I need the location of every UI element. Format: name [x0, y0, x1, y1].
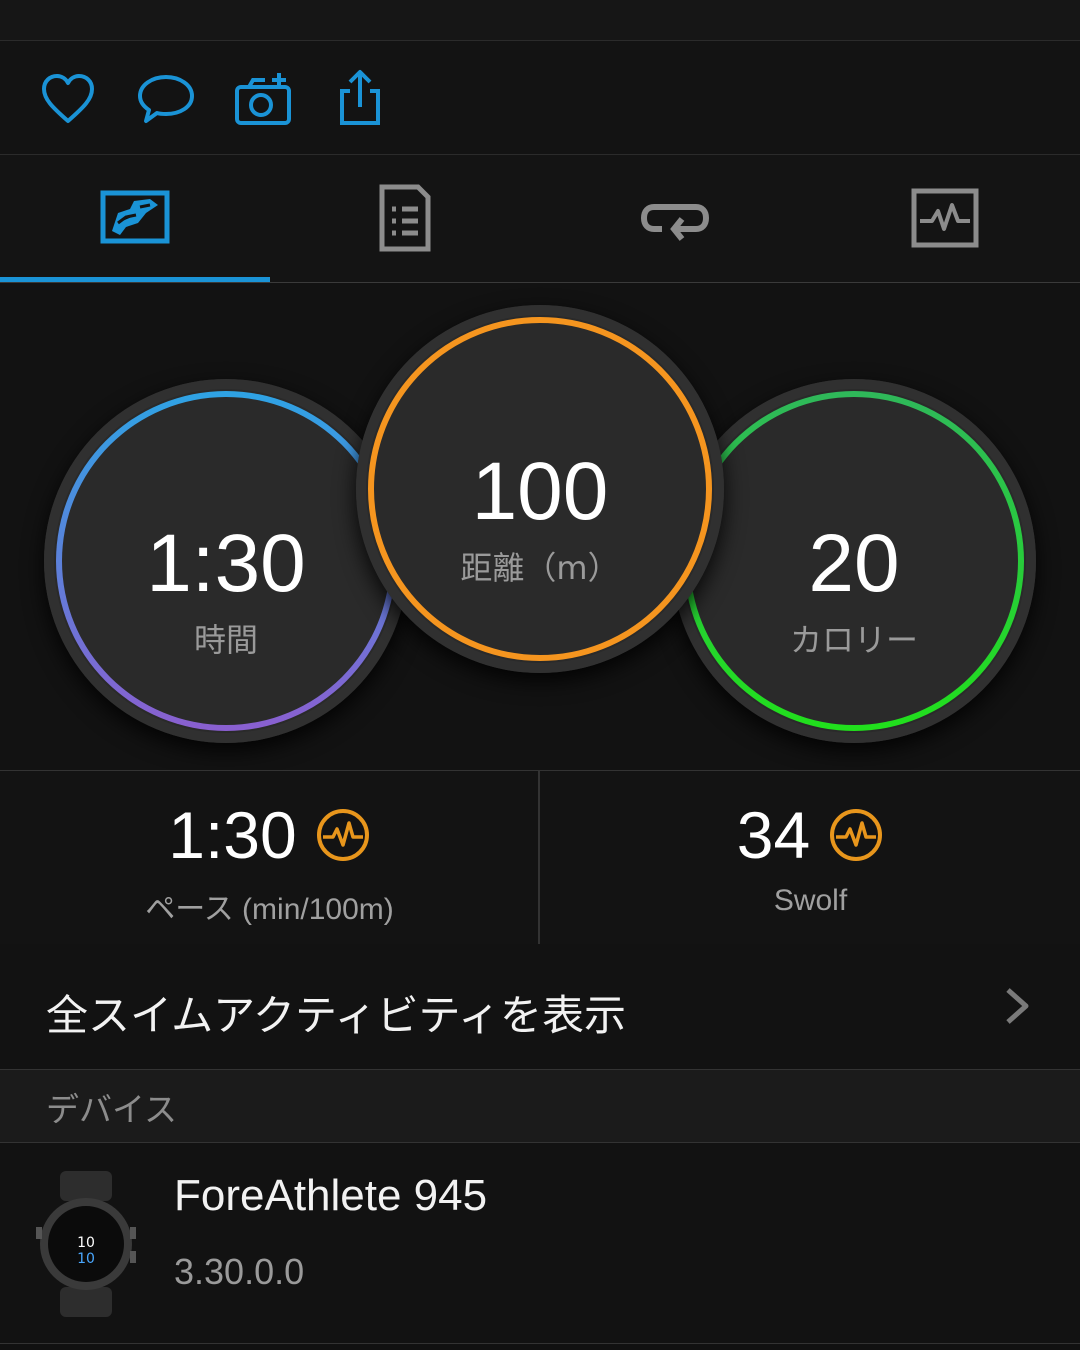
calories-circle: 20 カロリー [672, 379, 1036, 743]
watch-image: 10 10 [36, 1171, 136, 1317]
charts-icon [911, 188, 979, 248]
device-row[interactable]: 10 10 ForeAthlete 945 3.30.0.0 [0, 1143, 1080, 1344]
time-circle: 1:30 時間 [44, 379, 408, 743]
status-strip [0, 0, 1080, 41]
tab-overview[interactable] [0, 155, 270, 282]
device-version: 3.30.0.0 [174, 1251, 305, 1292]
calories-value: 20 [808, 518, 900, 609]
swolf-stat[interactable]: 34 Swolf [541, 771, 1080, 944]
all-activities-label: 全スイムアクティビティを表示 [46, 991, 627, 1040]
hr-zone-icon [316, 809, 369, 861]
all-swim-activities-link[interactable]: 全スイムアクティビティを表示 [0, 944, 1080, 1070]
stat-divider [538, 771, 540, 944]
pace-stat[interactable]: 1:30 ペース (min/100m) [0, 771, 539, 944]
swolf-value: 34 [736, 798, 811, 872]
summary-circles: 1:30 時間 20 カロリー 100 距離（m） [0, 283, 1080, 770]
pace-label: ペース (min/100m) [145, 893, 394, 926]
heart-icon[interactable] [38, 69, 98, 129]
tab-laps[interactable] [540, 155, 810, 282]
swolf-label: Swolf [773, 884, 848, 917]
distance-label: 距離（m） [460, 549, 620, 587]
distance-circle: 100 距離（m） [356, 305, 724, 673]
time-label: 時間 [193, 621, 258, 659]
comment-icon[interactable] [136, 69, 196, 129]
add-photo-icon[interactable] [233, 69, 293, 129]
svg-text:10: 10 [77, 1251, 95, 1267]
stats-row: 1:30 ペース (min/100m) 34 Swolf [0, 770, 1080, 945]
device-section-title: デバイス [46, 1090, 178, 1129]
pace-value: 1:30 [168, 798, 297, 872]
svg-text:10: 10 [77, 1235, 95, 1251]
tab-bar [0, 155, 1080, 283]
time-value: 1:30 [146, 518, 306, 609]
active-tab-indicator [0, 277, 270, 282]
hr-zone-icon [830, 809, 883, 861]
chevron-right-icon [1006, 988, 1029, 1024]
distance-value: 100 [471, 446, 609, 537]
device-name: ForeAthlete 945 [174, 1171, 488, 1220]
tab-charts[interactable] [810, 155, 1080, 282]
details-list-icon [379, 184, 431, 252]
share-icon[interactable] [330, 69, 390, 129]
map-overview-icon [100, 190, 170, 244]
laps-icon [640, 204, 710, 241]
device-section-header: デバイス [0, 1070, 1080, 1143]
calories-label: カロリー [789, 621, 918, 659]
tab-details[interactable] [270, 155, 540, 282]
action-bar [0, 41, 1080, 155]
